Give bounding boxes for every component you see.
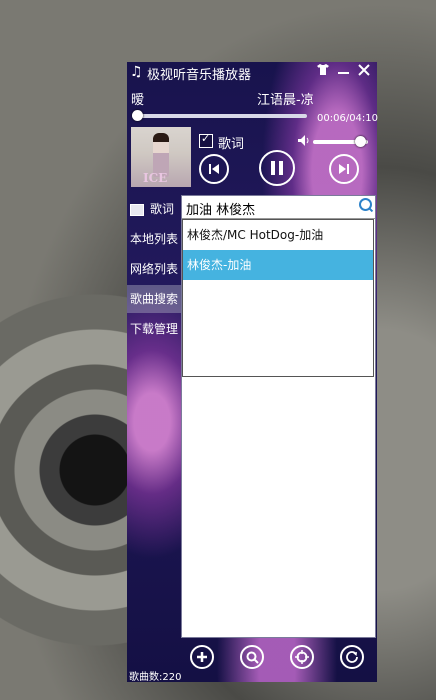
album-cover: ICE	[131, 127, 191, 187]
search-query: 加油 林俊杰	[186, 203, 256, 218]
song-count: 歌曲数:220	[129, 672, 182, 683]
pause-button[interactable]	[259, 150, 295, 186]
skin-icon[interactable]	[317, 64, 329, 78]
search-input[interactable]: 加油 林俊杰	[182, 196, 375, 219]
lyrics-checkbox[interactable]	[199, 132, 213, 148]
progress-bar[interactable]	[132, 110, 307, 121]
progress-knob[interactable]	[132, 110, 144, 121]
song-title-right: 江语晨-凉	[257, 93, 314, 108]
magnifier-icon	[246, 651, 259, 664]
sidebar-item-label: 歌曲搜索	[130, 292, 179, 306]
add-button[interactable]	[190, 645, 214, 669]
music-player-window: ♫ 极视听音乐播放器 暧 江语晨-凉 00:06/04:10 ICE 歌词	[127, 62, 379, 683]
sidebar-item-download-manager[interactable]: 下载管理	[127, 315, 181, 343]
bottom-toolbar: 歌曲数:220	[127, 638, 377, 683]
volume-icon[interactable]	[298, 135, 311, 149]
time-display: 00:06/04:10	[317, 113, 379, 124]
previous-icon	[209, 164, 219, 174]
sidebar-item-local-list[interactable]: 本地列表	[127, 225, 181, 253]
list-item[interactable]: 林俊杰-加油	[183, 250, 373, 280]
minimize-button[interactable]	[338, 62, 349, 80]
list-item[interactable]: 林俊杰/MC HotDog-加油	[183, 220, 373, 250]
next-icon	[339, 164, 349, 174]
search-icon[interactable]	[359, 198, 372, 211]
title-bar[interactable]: ♫ 极视听音乐播放器	[127, 62, 377, 84]
next-button[interactable]	[329, 154, 359, 184]
previous-button[interactable]	[199, 154, 229, 184]
song-title-left: 暧	[131, 93, 145, 108]
volume-slider[interactable]	[313, 136, 368, 147]
sidebar-item-lyrics[interactable]: 歌词	[127, 195, 181, 223]
search-button[interactable]	[240, 645, 264, 669]
volume-knob[interactable]	[354, 136, 366, 147]
sidebar-item-label: 歌词	[150, 202, 175, 216]
sidebar-item-network-list[interactable]: 网络列表	[127, 255, 181, 283]
locate-button[interactable]	[290, 645, 314, 669]
lyrics-label: 歌词	[218, 137, 245, 152]
music-note-icon: ♫	[130, 64, 143, 80]
search-panel: 加油 林俊杰 林俊杰/MC HotDog-加油 林俊杰-加油	[181, 195, 376, 638]
pause-icon	[271, 161, 283, 175]
app-title: 极视听音乐播放器	[147, 68, 252, 83]
close-button[interactable]	[358, 64, 370, 80]
crosshair-icon	[295, 650, 309, 664]
sidebar-item-label: 本地列表	[130, 232, 179, 246]
refresh-icon	[346, 651, 358, 663]
sidebar-item-label: 网络列表	[130, 262, 179, 276]
refresh-button[interactable]	[340, 645, 364, 669]
search-suggestions: 林俊杰/MC HotDog-加油 林俊杰-加油	[182, 219, 374, 377]
lyrics-icon	[130, 203, 144, 216]
plus-icon	[197, 652, 207, 662]
sidebar-item-song-search[interactable]: 歌曲搜索	[127, 285, 181, 313]
sidebar-item-label: 下载管理	[130, 322, 179, 336]
cover-text: ICE	[143, 171, 168, 185]
